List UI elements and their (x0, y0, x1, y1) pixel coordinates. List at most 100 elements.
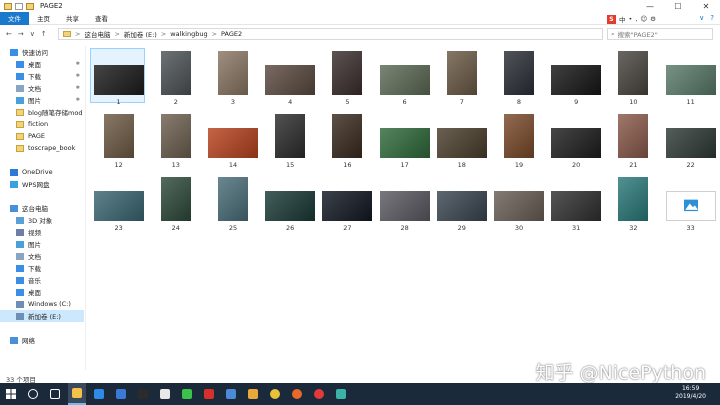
taskbar-task-view[interactable] (46, 383, 64, 405)
file-item[interactable]: 13 (147, 113, 204, 170)
file-name: 9 (574, 98, 579, 106)
file-name: 16 (343, 161, 352, 169)
file-name: 30 (514, 224, 524, 232)
taskbar-netease[interactable] (310, 383, 328, 405)
clock-time: 16:59 (681, 385, 700, 392)
cortana-icon (28, 389, 38, 399)
taskbar-cortana[interactable] (24, 383, 42, 405)
image-thumbnail (160, 114, 191, 158)
file-name: 25 (228, 224, 238, 232)
file-item[interactable]: 27 (319, 176, 376, 233)
file-item[interactable]: 19 (490, 113, 547, 170)
file-item[interactable]: 22 (662, 113, 719, 170)
file-name: 14 (228, 161, 238, 169)
file-item[interactable]: 14 (204, 113, 261, 170)
file-item[interactable]: 31 (548, 176, 605, 233)
file-item[interactable]: 8 (490, 50, 547, 107)
file-item[interactable]: 30 (490, 176, 547, 233)
image-thumbnail (551, 128, 602, 158)
file-explorer-icon (72, 388, 82, 398)
app-note-icon (226, 389, 236, 399)
file-item[interactable]: 10 (605, 50, 662, 107)
taskbar-app-script[interactable] (112, 383, 130, 405)
file-item[interactable]: 24 (147, 176, 204, 233)
file-name: 23 (114, 224, 123, 232)
image-thumbnail (265, 65, 316, 95)
taskbar-app-grid[interactable] (244, 383, 262, 405)
file-name: 7 (459, 98, 464, 106)
image-thumbnail (436, 128, 487, 158)
file-item[interactable]: 20 (548, 113, 605, 170)
file-item[interactable]: 29 (433, 176, 490, 233)
wechat-icon (182, 389, 192, 399)
file-item[interactable]: 33 (662, 176, 719, 233)
taskbar-app-note[interactable] (222, 383, 240, 405)
image-thumbnail (618, 114, 649, 158)
image-file-icon (665, 191, 716, 221)
image-thumbnail (618, 51, 649, 95)
taskbar-photos[interactable] (332, 383, 350, 405)
file-name: 21 (629, 161, 638, 169)
file-name: 3 (230, 98, 236, 106)
file-name: 15 (286, 161, 295, 169)
image-thumbnail (217, 51, 248, 95)
file-item[interactable]: 5 (319, 50, 376, 107)
file-name: 13 (171, 161, 180, 169)
file-item[interactable]: 21 (605, 113, 662, 170)
file-name: 5 (345, 98, 350, 106)
taskbar-app-fox[interactable] (288, 383, 306, 405)
app-fox-icon (292, 389, 302, 399)
file-item[interactable]: 25 (204, 176, 261, 233)
file-name: 2 (173, 98, 178, 106)
image-thumbnail (503, 51, 534, 95)
file-item[interactable]: 11 (662, 50, 719, 107)
terminal-icon (138, 389, 148, 399)
app-penguin-icon (160, 389, 170, 399)
image-thumbnail (332, 114, 363, 158)
image-thumbnail (551, 191, 602, 221)
file-item[interactable]: 3 (204, 50, 261, 107)
file-item[interactable]: 32 (605, 176, 662, 233)
image-thumbnail (217, 177, 248, 221)
file-name: 29 (457, 224, 466, 232)
taskbar-wechat[interactable] (178, 383, 196, 405)
file-item[interactable]: 23 (90, 176, 147, 233)
photos-icon (336, 389, 346, 399)
file-name: 12 (114, 161, 123, 169)
file-item[interactable]: 16 (319, 113, 376, 170)
app-script-icon (116, 389, 126, 399)
start-button[interactable] (0, 389, 22, 399)
file-item[interactable]: 2 (147, 50, 204, 107)
taskbar-app-penguin[interactable] (156, 383, 174, 405)
file-item[interactable]: 6 (376, 50, 433, 107)
file-item[interactable]: 15 (262, 113, 319, 170)
file-item[interactable]: 12 (90, 113, 147, 170)
image-thumbnail (618, 177, 649, 221)
taskbar-app-red[interactable] (200, 383, 218, 405)
system-clock[interactable]: 16:59 2019/4/20 (675, 385, 706, 401)
file-name: 1 (116, 98, 121, 106)
file-item[interactable]: 18 (433, 113, 490, 170)
taskbar (0, 383, 720, 405)
image-thumbnail (93, 65, 144, 95)
file-item[interactable]: 1 (90, 48, 147, 107)
image-thumbnail (160, 51, 191, 95)
image-thumbnail (446, 51, 477, 95)
taskbar-app-blue[interactable] (90, 383, 108, 405)
image-thumbnail (275, 114, 306, 158)
file-name: 20 (572, 161, 581, 169)
file-name: 27 (343, 224, 352, 232)
taskbar-file-explorer[interactable] (68, 383, 86, 405)
file-name: 11 (686, 98, 695, 106)
taskbar-terminal[interactable] (134, 383, 152, 405)
file-item[interactable]: 4 (262, 50, 319, 107)
file-name: 8 (516, 98, 522, 106)
file-item[interactable]: 7 (433, 50, 490, 107)
file-item[interactable]: 26 (262, 176, 319, 233)
file-item[interactable]: 9 (548, 50, 605, 107)
file-item[interactable]: 17 (376, 113, 433, 170)
taskbar-chrome[interactable] (266, 383, 284, 405)
file-item[interactable]: 28 (376, 176, 433, 233)
windows-icon (6, 389, 16, 399)
chrome-icon (270, 389, 280, 399)
